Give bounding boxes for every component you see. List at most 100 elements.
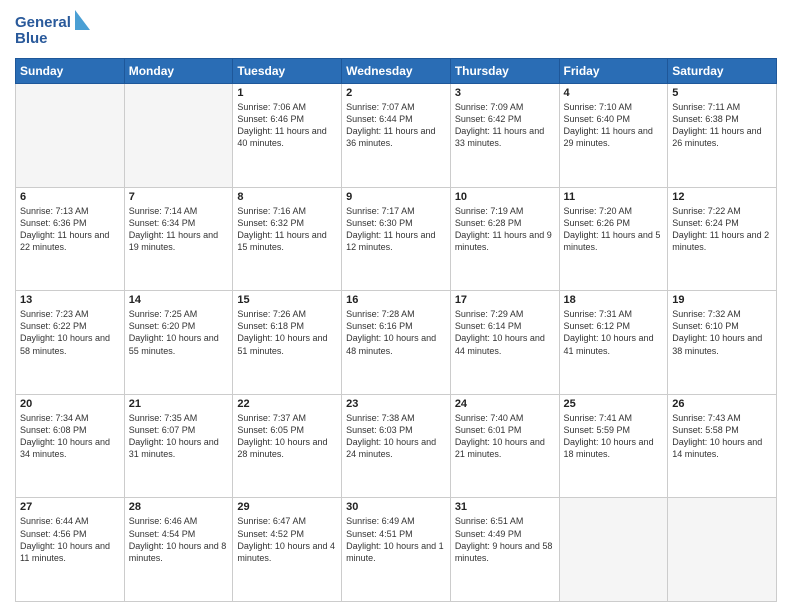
day-number: 27 [20,501,120,513]
day-number: 10 [455,191,555,203]
day-info: Sunrise: 7:38 AM Sunset: 6:03 PM Dayligh… [346,412,446,461]
day-number: 31 [455,501,555,513]
calendar-cell: 28 Sunrise: 6:46 AM Sunset: 4:54 PM Dayli… [124,498,233,602]
calendar-cell: 30 Sunrise: 6:49 AM Sunset: 4:51 PM Dayli… [342,498,451,602]
day-number: 8 [237,191,337,203]
day-number: 9 [346,191,446,203]
calendar-cell: 26Sunrise: 7:43 AM Sunset: 5:58 PM Dayli… [668,394,777,498]
day-info: Sunrise: 7:20 AM Sunset: 6:26 PM Dayligh… [564,205,664,254]
calendar-week-row: 20 Sunrise: 7:34 AM Sunset: 6:08 PM Dayli… [16,394,777,498]
day-number: 30 [346,501,446,513]
day-number: 17 [455,294,555,306]
calendar-week-row: 6Sunrise: 7:13 AM Sunset: 6:36 PM Daylig… [16,187,777,291]
calendar-header-row: SundayMondayTuesdayWednesdayThursdayFrid… [16,59,777,84]
calendar-cell: 11 Sunrise: 7:20 AM Sunset: 6:26 PM Dayli… [559,187,668,291]
day-number: 22 [237,398,337,410]
calendar-table: SundayMondayTuesdayWednesdayThursdayFrid… [15,58,777,602]
day-number: 21 [129,398,229,410]
day-info: Sunrise: 7:29 AM Sunset: 6:14 PM Dayligh… [455,308,555,357]
day-number: 28 [129,501,229,513]
day-number: 29 [237,501,337,513]
calendar-week-row: 13 Sunrise: 7:23 AM Sunset: 6:22 PM Dayli… [16,291,777,395]
day-info: Sunrise: 7:14 AM Sunset: 6:34 PM Dayligh… [129,205,229,254]
day-info: Sunrise: 7:07 AM Sunset: 6:44 PM Dayligh… [346,101,446,150]
calendar-cell: 4 Sunrise: 7:10 AM Sunset: 6:40 PM Daylig… [559,84,668,188]
calendar-header-friday: Friday [559,59,668,84]
day-number: 11 [564,191,664,203]
day-number: 4 [564,87,664,99]
day-info: Sunrise: 6:49 AM Sunset: 4:51 PM Dayligh… [346,515,446,564]
calendar-cell [559,498,668,602]
calendar-cell: 25 Sunrise: 7:41 AM Sunset: 5:59 PM Dayli… [559,394,668,498]
day-info: Sunrise: 7:19 AM Sunset: 6:28 PM Dayligh… [455,205,555,254]
calendar-cell: 1 Sunrise: 7:06 AM Sunset: 6:46 PM Daylig… [233,84,342,188]
calendar-cell: 6Sunrise: 7:13 AM Sunset: 6:36 PM Daylig… [16,187,125,291]
calendar-cell: 2 Sunrise: 7:07 AM Sunset: 6:44 PM Daylig… [342,84,451,188]
day-number: 13 [20,294,120,306]
day-number: 19 [672,294,772,306]
day-number: 2 [346,87,446,99]
day-number: 20 [20,398,120,410]
calendar-cell: 10 Sunrise: 7:19 AM Sunset: 6:28 PM Dayli… [450,187,559,291]
calendar-cell: 31Sunrise: 6:51 AM Sunset: 4:49 PM Dayli… [450,498,559,602]
svg-text:Blue: Blue [15,30,48,47]
calendar-cell: 20 Sunrise: 7:34 AM Sunset: 6:08 PM Dayli… [16,394,125,498]
day-info: Sunrise: 7:34 AM Sunset: 6:08 PM Dayligh… [20,412,120,461]
calendar-cell: 13 Sunrise: 7:23 AM Sunset: 6:22 PM Dayli… [16,291,125,395]
header: GeneralBlue [15,10,777,50]
calendar-cell: 21 Sunrise: 7:35 AM Sunset: 6:07 PM Dayli… [124,394,233,498]
day-info: Sunrise: 7:25 AM Sunset: 6:20 PM Dayligh… [129,308,229,357]
day-number: 23 [346,398,446,410]
calendar-cell: 17 Sunrise: 7:29 AM Sunset: 6:14 PM Dayli… [450,291,559,395]
calendar-week-row: 1 Sunrise: 7:06 AM Sunset: 6:46 PM Daylig… [16,84,777,188]
calendar-week-row: 27Sunrise: 6:44 AM Sunset: 4:56 PM Dayli… [16,498,777,602]
day-number: 18 [564,294,664,306]
calendar-cell: 5 Sunrise: 7:11 AM Sunset: 6:38 PM Daylig… [668,84,777,188]
day-info: Sunrise: 7:23 AM Sunset: 6:22 PM Dayligh… [20,308,120,357]
calendar-cell: 8 Sunrise: 7:16 AM Sunset: 6:32 PM Daylig… [233,187,342,291]
calendar-cell: 9 Sunrise: 7:17 AM Sunset: 6:30 PM Daylig… [342,187,451,291]
calendar-cell: 14 Sunrise: 7:25 AM Sunset: 6:20 PM Dayli… [124,291,233,395]
day-number: 24 [455,398,555,410]
calendar-header-monday: Monday [124,59,233,84]
day-info: Sunrise: 7:22 AM Sunset: 6:24 PM Dayligh… [672,205,772,254]
calendar-header-sunday: Sunday [16,59,125,84]
calendar-cell: 16 Sunrise: 7:28 AM Sunset: 6:16 PM Dayli… [342,291,451,395]
day-info: Sunrise: 7:06 AM Sunset: 6:46 PM Dayligh… [237,101,337,150]
day-info: Sunrise: 7:43 AM Sunset: 5:58 PM Dayligh… [672,412,772,461]
day-info: Sunrise: 7:32 AM Sunset: 6:10 PM Dayligh… [672,308,772,357]
day-number: 5 [672,87,772,99]
day-info: Sunrise: 7:11 AM Sunset: 6:38 PM Dayligh… [672,101,772,150]
calendar-header-wednesday: Wednesday [342,59,451,84]
day-info: Sunrise: 7:31 AM Sunset: 6:12 PM Dayligh… [564,308,664,357]
day-number: 12 [672,191,772,203]
day-info: Sunrise: 7:10 AM Sunset: 6:40 PM Dayligh… [564,101,664,150]
calendar-header-saturday: Saturday [668,59,777,84]
day-info: Sunrise: 7:41 AM Sunset: 5:59 PM Dayligh… [564,412,664,461]
logo: GeneralBlue [15,10,100,50]
day-number: 14 [129,294,229,306]
calendar-cell: 7 Sunrise: 7:14 AM Sunset: 6:34 PM Daylig… [124,187,233,291]
day-number: 1 [237,87,337,99]
day-info: Sunrise: 6:46 AM Sunset: 4:54 PM Dayligh… [129,515,229,564]
day-info: Sunrise: 7:17 AM Sunset: 6:30 PM Dayligh… [346,205,446,254]
calendar-cell: 24 Sunrise: 7:40 AM Sunset: 6:01 PM Dayli… [450,394,559,498]
svg-text:General: General [15,14,71,31]
day-number: 7 [129,191,229,203]
calendar-cell: 27Sunrise: 6:44 AM Sunset: 4:56 PM Dayli… [16,498,125,602]
day-info: Sunrise: 7:13 AM Sunset: 6:36 PM Dayligh… [20,205,120,254]
day-info: Sunrise: 7:16 AM Sunset: 6:32 PM Dayligh… [237,205,337,254]
day-number: 25 [564,398,664,410]
calendar-cell: 12 Sunrise: 7:22 AM Sunset: 6:24 PM Dayli… [668,187,777,291]
day-number: 16 [346,294,446,306]
calendar-cell [124,84,233,188]
day-info: Sunrise: 7:35 AM Sunset: 6:07 PM Dayligh… [129,412,229,461]
page: GeneralBlue SundayMondayTuesdayWednesday… [0,0,792,612]
calendar-cell: 15Sunrise: 7:26 AM Sunset: 6:18 PM Dayli… [233,291,342,395]
day-info: Sunrise: 7:40 AM Sunset: 6:01 PM Dayligh… [455,412,555,461]
calendar-cell: 22Sunrise: 7:37 AM Sunset: 6:05 PM Dayli… [233,394,342,498]
day-info: Sunrise: 7:28 AM Sunset: 6:16 PM Dayligh… [346,308,446,357]
logo-svg: GeneralBlue [15,10,100,50]
calendar-cell: 23 Sunrise: 7:38 AM Sunset: 6:03 PM Dayli… [342,394,451,498]
calendar-header-tuesday: Tuesday [233,59,342,84]
